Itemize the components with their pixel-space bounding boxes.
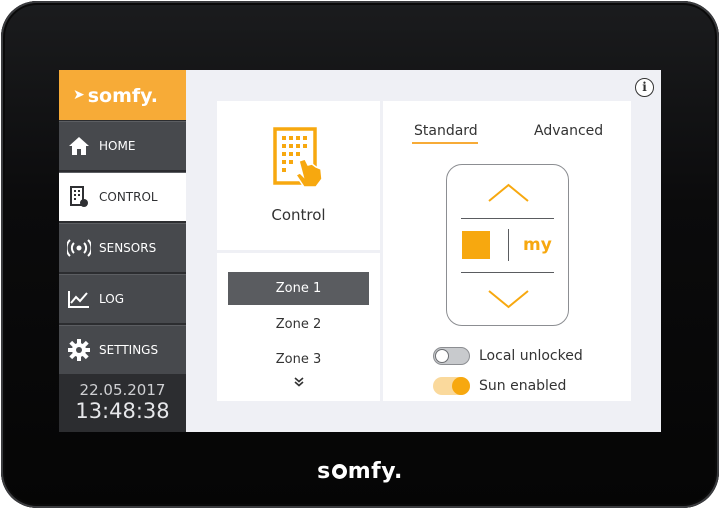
remote-control: my: [446, 164, 569, 326]
building-touch-icon: [273, 127, 323, 188]
control-icon: [67, 185, 91, 209]
info-icon[interactable]: i: [635, 78, 654, 97]
toggle-knob: [435, 349, 449, 363]
sidebar-item-settings[interactable]: SETTINGS: [59, 325, 186, 374]
local-toggle-label: Local unlocked: [479, 348, 583, 364]
logo-o-glyph: [331, 464, 347, 479]
toggle-knob: [452, 377, 470, 395]
sidebar-item-log[interactable]: LOG: [59, 274, 186, 323]
divider: [508, 229, 509, 261]
zone-item-2[interactable]: Zone 2: [228, 308, 369, 341]
sidebar: ➤ somfy. HOME CONTROL SENSORS LOG SETTIN…: [59, 70, 186, 432]
time-text: 13:48:38: [75, 399, 170, 423]
active-tab-underline: [412, 142, 478, 144]
sidebar-item-label: SETTINGS: [99, 343, 159, 357]
sensors-icon: [67, 236, 91, 260]
control-panel: Standard Advanced my Local unlocked Sun …: [383, 101, 631, 401]
stop-button[interactable]: [462, 231, 490, 259]
home-icon: [67, 134, 91, 158]
local-toggle[interactable]: [433, 347, 470, 365]
tablet-device: ➤ somfy. HOME CONTROL SENSORS LOG SETTIN…: [1, 1, 719, 508]
sun-toggle-row[interactable]: Sun enabled: [433, 377, 566, 395]
sidebar-item-label: SENSORS: [99, 241, 157, 255]
gear-icon: [67, 338, 91, 362]
sidebar-item-home[interactable]: HOME: [59, 121, 186, 170]
sidebar-item-sensors[interactable]: SENSORS: [59, 223, 186, 272]
local-toggle-row[interactable]: Local unlocked: [433, 347, 583, 365]
sun-toggle[interactable]: [433, 377, 470, 395]
tab-standard[interactable]: Standard: [414, 123, 478, 139]
zone-item-3[interactable]: Zone 3: [228, 343, 369, 376]
control-card[interactable]: Control: [217, 101, 380, 250]
tab-advanced[interactable]: Advanced: [534, 123, 603, 139]
control-label: Control: [271, 206, 326, 224]
bezel-logo: s mfy.: [317, 459, 403, 484]
log-icon: [67, 287, 91, 311]
chevron-down-icon[interactable]: [487, 289, 530, 309]
sidebar-item-control[interactable]: CONTROL: [59, 172, 186, 221]
zone-item-1[interactable]: Zone 1: [228, 272, 369, 305]
main-content: i Control Zone 1 Zone 2 Zone 3 Standard …: [186, 70, 661, 432]
double-chevron-down-icon[interactable]: [217, 377, 380, 390]
screen: ➤ somfy. HOME CONTROL SENSORS LOG SETTIN…: [59, 70, 661, 432]
date-text: 22.05.2017: [79, 381, 166, 399]
divider: [461, 272, 554, 273]
chevron-up-icon[interactable]: [487, 183, 530, 203]
datetime-display: 22.05.2017 13:48:38: [59, 379, 186, 432]
brand-text: somfy.: [87, 85, 159, 107]
sun-toggle-label: Sun enabled: [479, 378, 567, 394]
sidebar-item-label: HOME: [99, 139, 136, 153]
divider: [461, 218, 554, 219]
sidebar-item-label: LOG: [99, 292, 125, 306]
my-button[interactable]: my: [523, 231, 552, 259]
brand-logo: ➤ somfy.: [59, 70, 186, 120]
cursor-icon: ➤: [73, 87, 85, 103]
sidebar-item-label: CONTROL: [99, 190, 158, 204]
zone-list: Zone 1 Zone 2 Zone 3: [217, 253, 380, 401]
